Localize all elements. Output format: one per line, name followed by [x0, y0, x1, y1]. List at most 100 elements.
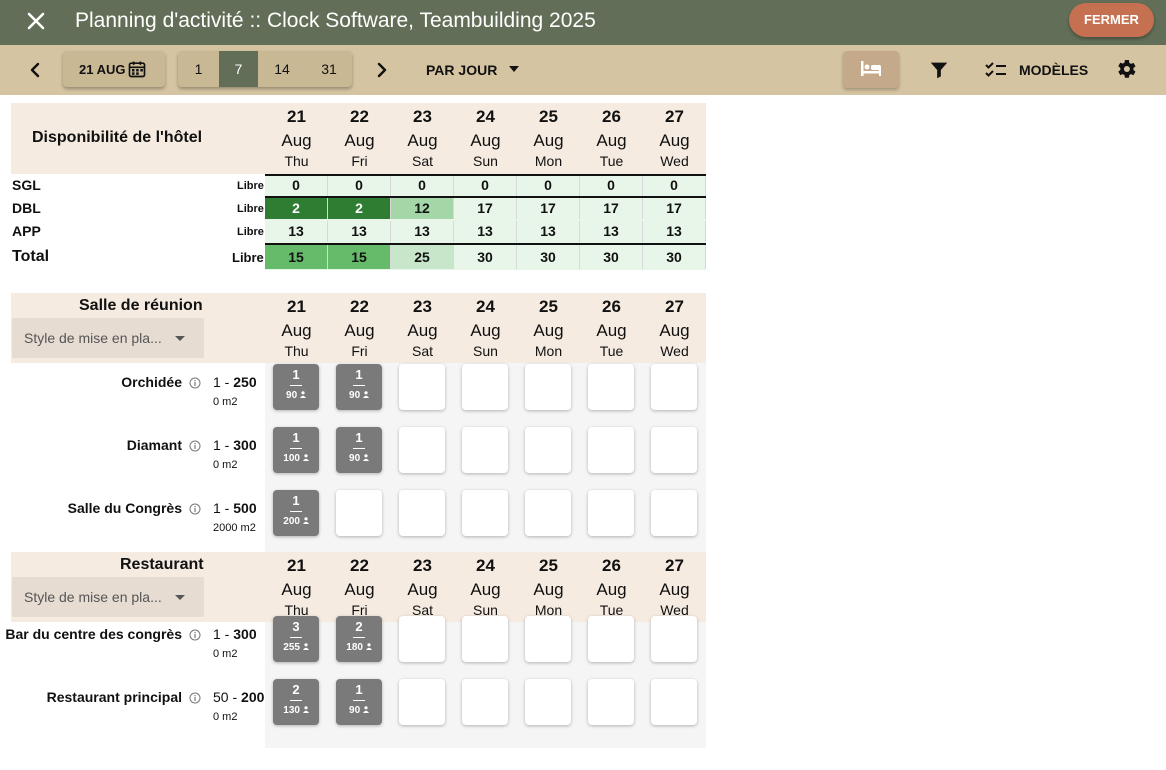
- empty-slot[interactable]: [462, 616, 508, 662]
- booking-tile[interactable]: 1 90: [336, 364, 382, 410]
- person-icon: [360, 453, 369, 464]
- booking-divider: [290, 700, 302, 701]
- libre-label: Libre: [237, 226, 264, 238]
- empty-slot[interactable]: [525, 364, 571, 410]
- empty-slot[interactable]: [462, 427, 508, 473]
- date-month: Aug: [596, 580, 627, 599]
- empty-slot[interactable]: [525, 616, 571, 662]
- empty-slot[interactable]: [399, 679, 445, 725]
- range-7-button[interactable]: 7: [219, 51, 258, 87]
- availability-cell: 13: [454, 221, 517, 242]
- booking-people: 90: [336, 705, 382, 717]
- capacity-separator: -: [220, 626, 234, 642]
- date-month: Aug: [281, 131, 312, 150]
- info-icon[interactable]: [189, 376, 201, 389]
- date-day: 24: [476, 107, 495, 126]
- empty-slot[interactable]: [525, 490, 571, 536]
- booking-tile[interactable]: 1 90: [273, 364, 319, 410]
- empty-slot[interactable]: [588, 490, 634, 536]
- empty-slot[interactable]: [651, 616, 697, 662]
- people-count: 100: [283, 453, 300, 464]
- people-count: 90: [286, 390, 298, 401]
- date-header: 23 Aug Sat: [391, 107, 454, 169]
- empty-slot[interactable]: [462, 679, 508, 725]
- booking-count: 1: [355, 430, 363, 445]
- empty-slot[interactable]: [588, 679, 634, 725]
- date-weekday: Sun: [473, 343, 498, 359]
- range-14-button[interactable]: 14: [258, 51, 306, 87]
- date-day: 22: [350, 107, 369, 126]
- capacity-min: 1: [213, 500, 221, 516]
- booking-tile[interactable]: 2 130: [273, 679, 319, 725]
- booking-tile[interactable]: 1 90: [336, 427, 382, 473]
- empty-slot[interactable]: [651, 490, 697, 536]
- date-month: Aug: [659, 321, 690, 340]
- booking-count: 1: [292, 493, 300, 508]
- empty-slot[interactable]: [399, 364, 445, 410]
- booking-tile[interactable]: 1 200: [273, 490, 319, 536]
- empty-slot[interactable]: [399, 427, 445, 473]
- booking-tile[interactable]: 1 100: [273, 427, 319, 473]
- empty-slot[interactable]: [399, 490, 445, 536]
- booking-tile[interactable]: 1 90: [336, 679, 382, 725]
- filter-icon[interactable]: [928, 59, 950, 81]
- empty-slot[interactable]: [588, 364, 634, 410]
- availability-cell: 13: [391, 221, 454, 242]
- restaurant-style-select[interactable]: Style de mise en pla...: [12, 577, 204, 617]
- availability-cell: 17: [454, 198, 517, 219]
- empty-slot[interactable]: [588, 427, 634, 473]
- info-icon[interactable]: [189, 502, 201, 515]
- empty-slot[interactable]: [336, 490, 382, 536]
- info-icon[interactable]: [189, 439, 201, 452]
- room-capacity: 1 - 250: [213, 374, 257, 390]
- person-icon: [360, 705, 369, 716]
- empty-slot[interactable]: [399, 616, 445, 662]
- empty-slot[interactable]: [462, 364, 508, 410]
- range-1-button[interactable]: 1: [178, 51, 219, 87]
- checklist-icon[interactable]: [984, 58, 1008, 82]
- date-header: 24 Aug Sun: [454, 297, 517, 359]
- caret-down-icon[interactable]: [509, 66, 519, 72]
- hotel-title: Disponibilité de l'hôtel: [32, 129, 203, 146]
- window-title: Planning d'activité :: Clock Software, T…: [75, 9, 596, 32]
- date-month: Aug: [407, 580, 438, 599]
- empty-slot[interactable]: [588, 616, 634, 662]
- info-icon[interactable]: [189, 691, 201, 704]
- meeting-style-select[interactable]: Style de mise en pla...: [12, 318, 204, 358]
- chevron-left-icon[interactable]: [23, 58, 47, 82]
- empty-slot[interactable]: [525, 427, 571, 473]
- info-icon[interactable]: [189, 628, 201, 641]
- hotel-availability-toggle[interactable]: [843, 51, 899, 88]
- date-header: 21 Aug Thu: [265, 297, 328, 359]
- date-month: Aug: [533, 580, 564, 599]
- availability-cell: 13: [517, 221, 580, 242]
- chevron-right-icon[interactable]: [370, 58, 394, 82]
- room-capacity: 50 - 200: [213, 689, 264, 705]
- empty-slot[interactable]: [651, 364, 697, 410]
- date-header: 23 Aug Sat: [391, 556, 454, 618]
- booking-tile[interactable]: 2 180: [336, 616, 382, 662]
- empty-slot[interactable]: [651, 427, 697, 473]
- gear-icon[interactable]: [1114, 57, 1138, 81]
- booking-tile[interactable]: 3 255: [273, 616, 319, 662]
- templates-button[interactable]: MODÈLES: [1019, 62, 1088, 78]
- date-header: 24 Aug Sun: [454, 107, 517, 169]
- view-mode-select[interactable]: PAR JOUR: [426, 62, 497, 78]
- restaurant-style-placeholder: Style de mise en pla...: [24, 589, 162, 605]
- booking-divider: [290, 448, 302, 449]
- date-header: 22 Aug Fri: [328, 297, 391, 359]
- capacity-max: 250: [233, 374, 257, 390]
- empty-slot[interactable]: [651, 679, 697, 725]
- booking-divider: [353, 700, 365, 701]
- date-weekday: Thu: [284, 153, 309, 169]
- close-button[interactable]: FERMER: [1069, 3, 1154, 37]
- booking-count: 1: [292, 367, 300, 382]
- empty-slot[interactable]: [525, 679, 571, 725]
- bed-icon: [861, 61, 881, 76]
- date-weekday: Sat: [411, 153, 433, 169]
- meeting-style-placeholder: Style de mise en pla...: [24, 330, 162, 346]
- close-icon[interactable]: [24, 9, 48, 33]
- range-31-button[interactable]: 31: [306, 51, 352, 87]
- empty-slot[interactable]: [462, 490, 508, 536]
- date-picker-button[interactable]: 21 AUG: [63, 51, 165, 87]
